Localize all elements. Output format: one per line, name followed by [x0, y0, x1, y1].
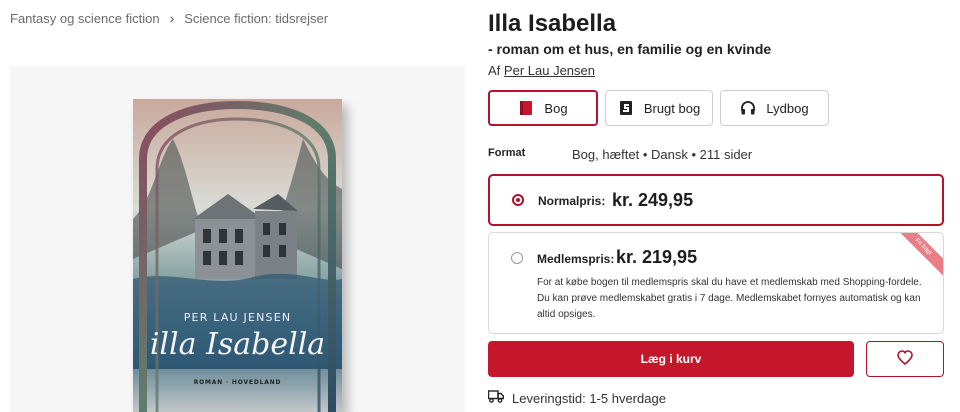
format-selector: Bog Brugt bog Lydbog	[488, 90, 829, 126]
author-link[interactable]: Per Lau Jensen	[504, 63, 595, 78]
normal-price-radio[interactable]	[512, 194, 524, 206]
free-shipping-ribbon: Fri fragt	[893, 233, 943, 277]
member-price-radio[interactable]	[511, 252, 523, 264]
product-subtitle: - roman om et hus, en familie og en kvin…	[488, 41, 772, 57]
format-tab-label: Bog	[544, 100, 568, 116]
cover-author: PER LAU JENSEN	[183, 311, 292, 324]
book-cover-image[interactable]: PER LAU JENSEN illa Isabella ROMAN · HOV…	[133, 99, 342, 412]
format-tab-used-book[interactable]: Brugt bog	[605, 90, 713, 126]
delivery-info: Leveringstid: 1-5 hverdage	[487, 390, 666, 406]
cover-image-area: PER LAU JENSEN illa Isabella ROMAN · HOV…	[10, 66, 465, 412]
breadcrumb-item-fantasy[interactable]: Fantasy og science fiction	[10, 11, 160, 26]
cover-illustration	[133, 99, 342, 412]
price-option-normal[interactable]: Normalpris: kr. 249,95	[488, 174, 944, 226]
member-price-description: For at købe bogen til medlemspris skal d…	[537, 277, 922, 320]
book-icon	[518, 100, 534, 116]
byline: Af Per Lau Jensen	[488, 63, 595, 78]
product-title: Illa Isabella	[488, 10, 617, 37]
delivery-text: Leveringstid: 1-5 hverdage	[512, 390, 666, 406]
format-tab-audiobook[interactable]: Lydbog	[720, 90, 829, 126]
format-value: Bog, hæftet • Dansk • 211 sider	[572, 147, 753, 162]
heart-icon	[897, 350, 913, 368]
used-book-icon	[618, 100, 634, 116]
cover-title: illa Isabella	[149, 327, 326, 362]
format-tab-book[interactable]: Bog	[488, 90, 598, 126]
headphones-icon	[740, 100, 756, 116]
format-info: Format Bog, hæftet • Dansk • 211 sider	[488, 147, 943, 162]
normal-price-label: Normalpris:	[538, 194, 606, 208]
format-label: Format	[488, 147, 526, 159]
breadcrumb: Fantasy og science fiction › Science fic…	[10, 10, 328, 26]
chevron-right-icon: ›	[169, 10, 175, 26]
normal-price-value: kr. 249,95	[612, 190, 694, 210]
wishlist-button[interactable]	[866, 341, 944, 377]
price-option-member[interactable]: Medlemspris: kr. 219,95 For at købe boge…	[488, 232, 944, 334]
cover-publisher: ROMAN · HOVEDLAND	[193, 379, 282, 386]
breadcrumb-item-time-travel[interactable]: Science fiction: tidsrejser	[184, 11, 328, 26]
format-tab-label: Brugt bog	[643, 100, 701, 116]
byline-prefix: Af	[488, 63, 501, 78]
add-to-cart-button[interactable]: Læg i kurv	[488, 341, 854, 377]
member-price-value: kr. 219,95	[616, 247, 698, 267]
truck-icon	[487, 390, 504, 406]
member-price-label: Medlemspris:	[537, 252, 615, 266]
format-tab-label: Lydbog	[766, 100, 809, 116]
